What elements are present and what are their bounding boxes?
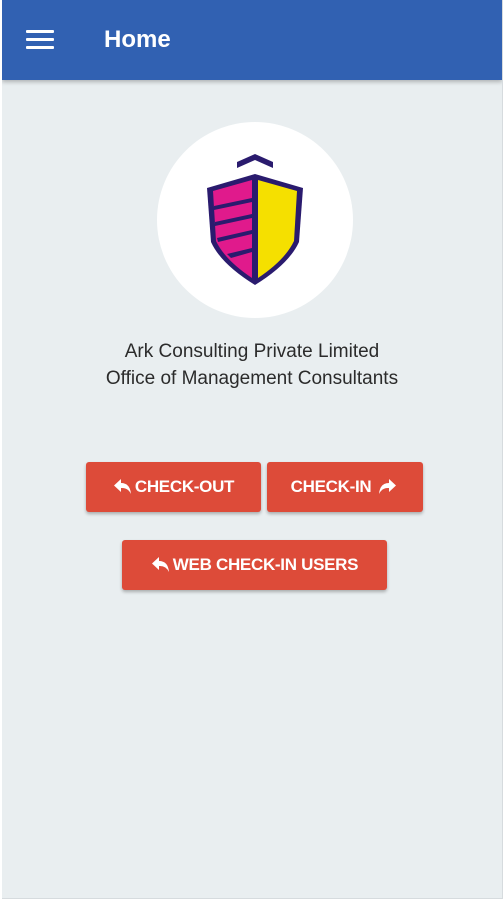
shield-logo-icon — [207, 154, 303, 285]
company-info: Ark Consulting Private Limited Office of… — [2, 338, 502, 392]
web-check-in-users-button[interactable]: WEB CHECK-IN USERS — [122, 540, 387, 590]
check-out-label: CHECK-OUT — [134, 477, 235, 496]
page-title: Home — [104, 26, 171, 53]
web-check-in-users-label: WEB CHECK-IN USERS — [172, 555, 359, 574]
reply-arrow-icon — [113, 478, 135, 496]
check-out-button[interactable]: CHECK-OUT — [86, 462, 261, 512]
share-arrow-icon — [377, 478, 399, 496]
check-in-button[interactable]: CHECK-IN — [267, 462, 423, 512]
app-bar: Home — [2, 0, 502, 80]
check-in-label: CHECK-IN — [290, 477, 372, 496]
company-subtitle: Office of Management Consultants — [105, 368, 399, 389]
company-name: Ark Consulting Private Limited — [124, 341, 380, 362]
reply-arrow-icon — [151, 556, 173, 574]
company-logo — [157, 122, 353, 318]
hamburger-menu-icon[interactable] — [24, 26, 56, 54]
app-screen: Home Ark Consulting Private Limited Offi… — [2, 0, 503, 899]
